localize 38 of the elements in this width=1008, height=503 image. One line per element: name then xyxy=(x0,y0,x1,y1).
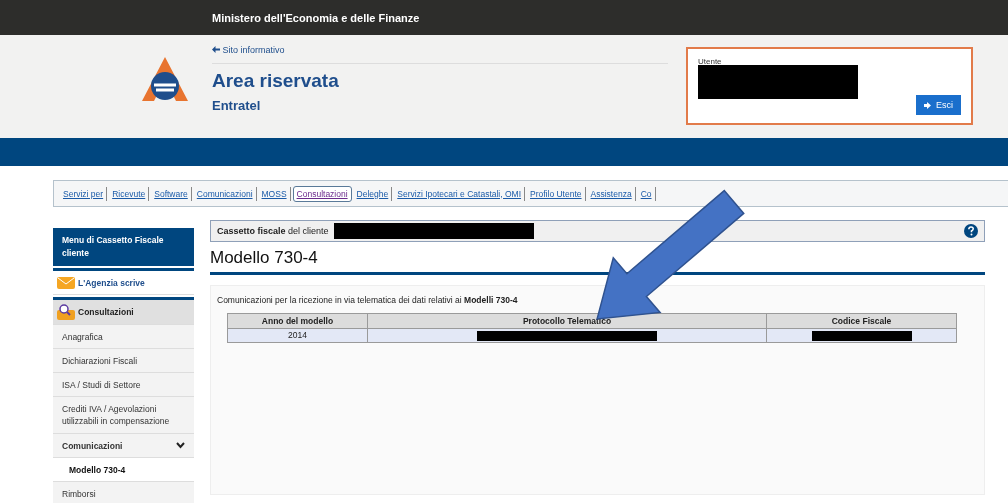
intro-text: Comunicazioni per la ricezione in via telematica dei dati relativi ai Modelli 730-4 xyxy=(217,295,519,305)
column-header: Anno del modello xyxy=(227,313,368,329)
nav-tab[interactable]: Deleghe xyxy=(353,186,393,201)
sidebar-title: Menu di Cassetto Fiscale cliente xyxy=(53,228,194,266)
header-subtitle: Entratel xyxy=(212,98,262,113)
help-icon[interactable] xyxy=(964,224,978,238)
nav-tab[interactable]: Ricevute xyxy=(109,186,150,201)
header-title: Area riservata xyxy=(212,70,340,92)
sidebar-item[interactable]: L'Agenzia scrive xyxy=(53,268,194,295)
column-header: Codice Fiscale xyxy=(766,313,957,329)
logout-button[interactable]: Esci xyxy=(916,95,961,115)
chevron-down-icon xyxy=(176,442,185,449)
sidebar-item[interactable]: ISA / Studi di Settore xyxy=(53,373,194,397)
sidebar-item[interactable]: Dichiarazioni Fiscali xyxy=(53,349,194,373)
nav-tab[interactable]: MOSS xyxy=(258,186,291,201)
nav-tab[interactable]: Profilo Utente xyxy=(527,186,586,201)
nav-tab[interactable]: Consultazioni xyxy=(292,185,352,202)
back-link[interactable]: Sito informativo xyxy=(212,45,668,64)
nav-tab[interactable]: Comunicazioni xyxy=(193,186,257,201)
sidebar-item[interactable]: Anagrafica xyxy=(53,325,194,349)
back-arrow-icon xyxy=(212,46,220,53)
nav-tab[interactable]: Software xyxy=(151,186,192,201)
column-header: Protocollo Telematico xyxy=(367,313,767,329)
nav-tab[interactable]: Servizi Ipotecari e Catastali, OMI xyxy=(394,186,526,201)
nav-tab[interactable]: Assistenza xyxy=(587,186,636,201)
sidebar-item[interactable]: Consultazioni xyxy=(53,297,194,325)
ministry-title: Ministero dell'Economia e delle Finanze xyxy=(212,11,420,24)
client-label: Cassetto fiscale del cliente xyxy=(217,226,329,236)
sidebar-item[interactable]: Rimborsi xyxy=(53,482,194,503)
envelope-icon xyxy=(57,276,75,289)
table-cell: 2014 xyxy=(288,330,307,341)
search-folder-icon xyxy=(57,304,75,320)
sidebar-item[interactable]: Crediti IVA / Agevolazioni utilizzabili in compensazione xyxy=(53,397,194,434)
sidebar-item[interactable]: Comunicazioni xyxy=(53,434,194,458)
nav-tab[interactable]: Co xyxy=(637,186,656,201)
nav-tab[interactable]: Servizi per xyxy=(60,186,108,201)
logout-icon xyxy=(924,101,932,109)
user-label: Utente xyxy=(698,57,723,66)
